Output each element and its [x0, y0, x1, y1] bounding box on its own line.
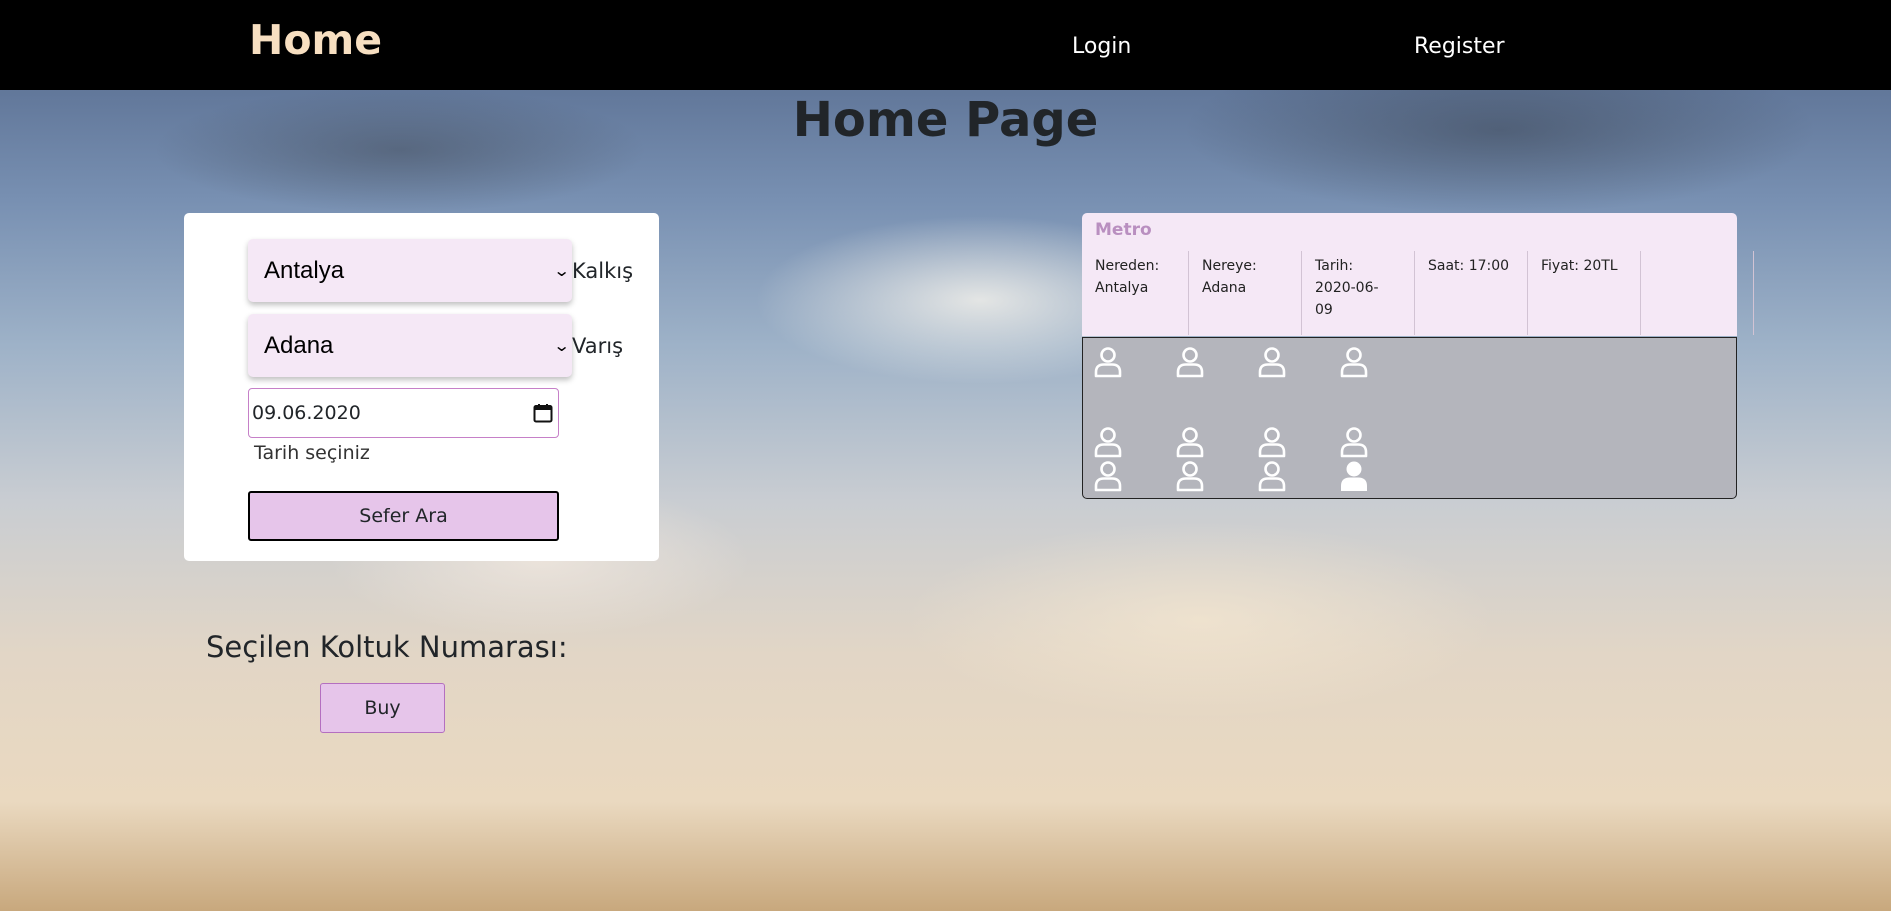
- arrival-row: Adana ⌄ Varış: [248, 314, 623, 377]
- selected-seat-label: Seçilen Koltuk Numarası:: [206, 630, 568, 664]
- seat-icon[interactable]: [1093, 460, 1123, 492]
- register-link[interactable]: Register: [1414, 34, 1505, 59]
- trip-to-label: Nereye:: [1202, 258, 1257, 274]
- seat-icon[interactable]: [1175, 346, 1205, 378]
- trip-date: Tarih: 2020-06- 09: [1302, 251, 1415, 335]
- chevron-down-icon: ⌄: [552, 261, 571, 280]
- calendar-icon[interactable]: [533, 403, 553, 423]
- trip-details: Nereden: Antalya Nereye: Adana Tarih: 20…: [1082, 251, 1754, 335]
- trip-date-value-cont: 09: [1315, 302, 1333, 318]
- trip-to: Nereye: Adana: [1189, 251, 1302, 335]
- seat-icon[interactable]: [1175, 426, 1205, 458]
- arrival-select[interactable]: Adana ⌄: [248, 314, 572, 377]
- trip-from-value: Antalya: [1095, 280, 1149, 296]
- departure-row: Antalya ⌄ Kalkış: [248, 239, 633, 302]
- buy-button[interactable]: Buy: [320, 683, 445, 733]
- chevron-down-icon: ⌄: [552, 336, 571, 355]
- date-input[interactable]: 09.06.2020: [248, 388, 559, 438]
- trip-company: Metro: [1095, 220, 1152, 240]
- date-value: 09.06.2020: [252, 402, 361, 424]
- login-link[interactable]: Login: [1072, 34, 1131, 59]
- page-title: Home Page: [792, 92, 1099, 148]
- trip-price-value: Fiyat: 20TL: [1541, 258, 1618, 274]
- trip-time-value: Saat: 17:00: [1428, 258, 1510, 274]
- seat-icon[interactable]: [1093, 426, 1123, 458]
- departure-value: Antalya: [264, 256, 345, 284]
- arrival-label: Varış: [572, 333, 624, 358]
- trip-to-value: Adana: [1202, 280, 1247, 296]
- trip-from: Nereden: Antalya: [1082, 251, 1189, 335]
- search-trip-button[interactable]: Sefer Ara: [248, 491, 559, 541]
- seat-icon[interactable]: [1339, 426, 1369, 458]
- seat-icon[interactable]: [1257, 346, 1287, 378]
- navbar: Home Login Register: [0, 0, 1891, 90]
- search-card: Antalya ⌄ Kalkış Adana ⌄ Varış 09.06.202…: [184, 213, 659, 561]
- seat-icon[interactable]: [1339, 346, 1369, 378]
- seat-map: [1082, 337, 1737, 499]
- seat-taken-icon[interactable]: [1339, 460, 1369, 492]
- trip-price: Fiyat: 20TL: [1528, 251, 1641, 335]
- departure-select[interactable]: Antalya ⌄: [248, 239, 572, 302]
- trip-date-label: Tarih:: [1315, 258, 1354, 274]
- seat-icon[interactable]: [1257, 460, 1287, 492]
- trip-card[interactable]: Metro Nereden: Antalya Nereye: Adana Tar…: [1082, 213, 1754, 336]
- trip-from-label: Nereden:: [1095, 258, 1160, 274]
- date-hint: Tarih seçiniz: [254, 442, 370, 464]
- seat-icon[interactable]: [1257, 426, 1287, 458]
- trip-empty-col: [1641, 251, 1754, 335]
- arrival-value: Adana: [264, 331, 334, 359]
- trip-time: Saat: 17:00: [1415, 251, 1528, 335]
- brand-link[interactable]: Home: [249, 16, 382, 64]
- trip-date-value: 2020-06-: [1315, 280, 1379, 296]
- seat-icon[interactable]: [1093, 346, 1123, 378]
- departure-label: Kalkış: [572, 258, 634, 283]
- seat-icon[interactable]: [1175, 460, 1205, 492]
